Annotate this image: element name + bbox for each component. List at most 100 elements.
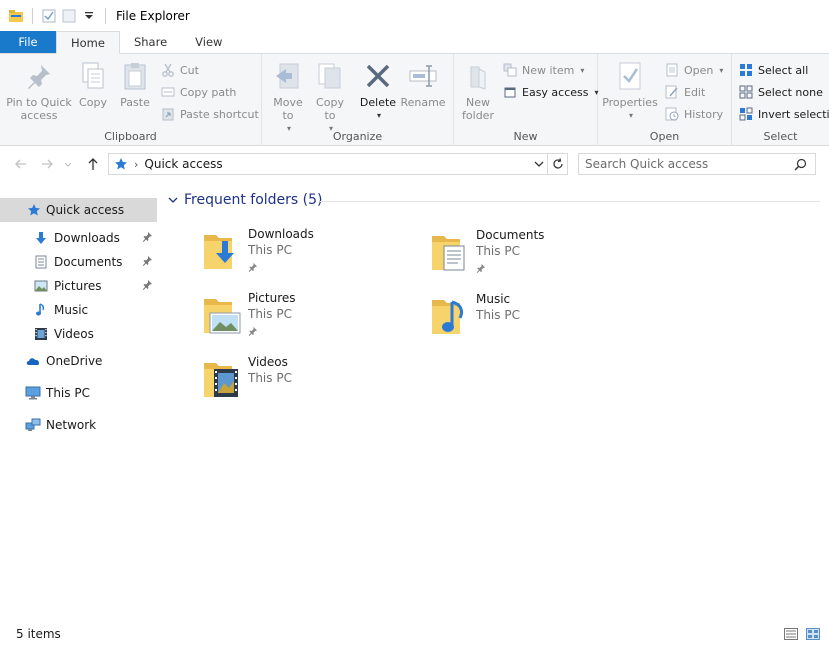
navigation-pane: Quick access Downloads Documents Picture… (0, 186, 160, 622)
folder-location: This PC (248, 371, 292, 385)
folder-name: Music (476, 292, 511, 306)
breadcrumb-separator-icon[interactable]: › (134, 158, 138, 171)
nav-videos-label: Videos (54, 327, 94, 341)
nav-documents-label: Documents (54, 255, 123, 269)
edit-label: Edit (684, 85, 706, 99)
history-icon (664, 106, 680, 122)
folder-tile-downloads[interactable]: Downloads This PC (202, 227, 422, 283)
select-all-button[interactable]: Select all (738, 62, 808, 78)
refresh-icon[interactable] (547, 154, 567, 174)
scissors-icon (160, 62, 176, 78)
organize-group-label: Organize (332, 130, 383, 143)
copy-to-button[interactable]: Copy to ▾ (312, 60, 348, 135)
forward-arrow-icon[interactable] (38, 155, 56, 173)
copy-button[interactable]: Copy (76, 60, 110, 109)
onedrive-cloud-icon (25, 353, 41, 369)
frequent-folders-header[interactable]: Frequent folders (5) (168, 192, 323, 208)
nav-downloads-label: Downloads (54, 231, 120, 245)
open-button[interactable]: Open ▾ (664, 62, 723, 78)
search-input[interactable] (585, 156, 785, 172)
delete-label: Delete (359, 96, 397, 109)
select-none-button[interactable]: Select none (738, 84, 823, 100)
address-dropdown-chevron-icon[interactable] (533, 158, 545, 170)
documents-folder-icon (430, 228, 472, 272)
title-bar: File Explorer (0, 0, 829, 32)
folder-tile-documents[interactable]: Documents This PC (430, 228, 650, 284)
item-count: 5 items (16, 627, 61, 641)
folder-tile-videos[interactable]: Videos This PC (202, 355, 422, 411)
invert-selection-icon (738, 106, 754, 122)
file-explorer-app-icon (8, 8, 24, 24)
nav-item-music[interactable]: Music (0, 298, 157, 322)
history-button[interactable]: History (664, 106, 723, 122)
tab-home[interactable]: Home (56, 31, 120, 54)
new-folder-qat-icon[interactable] (61, 8, 77, 24)
move-to-label: Move to (273, 96, 303, 122)
pin-icon[interactable] (142, 279, 153, 293)
tab-view[interactable]: View (181, 31, 236, 53)
nav-item-downloads[interactable]: Downloads (0, 226, 157, 250)
back-arrow-icon[interactable] (12, 155, 30, 173)
customize-qat-dropdown-icon[interactable] (81, 8, 97, 24)
new-item-button[interactable]: New item ▾ (502, 62, 584, 78)
quick-access-star-icon (26, 202, 42, 218)
pin-icon (23, 60, 55, 92)
pin-icon[interactable] (476, 262, 486, 276)
header-divider (320, 201, 820, 202)
nav-music-label: Music (54, 303, 89, 317)
pin-to-quick-access-label: Pin to Quick access (6, 96, 72, 122)
edit-button[interactable]: Edit (664, 84, 705, 100)
new-group: New folder New item ▾ Easy access ▾ New (454, 54, 599, 146)
search-box[interactable] (578, 153, 816, 175)
nav-network-label: Network (46, 418, 97, 432)
address-bar[interactable]: › Quick access (108, 153, 568, 175)
pin-icon[interactable] (142, 255, 153, 269)
rename-button[interactable]: Rename (400, 60, 446, 109)
tab-share[interactable]: Share (120, 31, 181, 53)
nav-item-this-pc[interactable]: This PC (0, 381, 157, 405)
nav-item-documents[interactable]: Documents (0, 250, 157, 274)
pin-icon[interactable] (248, 325, 258, 339)
properties-dropdown-icon: ▾ (628, 111, 633, 120)
new-item-icon (502, 62, 518, 78)
large-icons-view-icon[interactable] (805, 626, 821, 642)
select-group: Select all Select none Invert selection … (732, 54, 829, 146)
new-folder-button[interactable]: New folder (460, 60, 496, 122)
rename-icon (407, 60, 439, 92)
nav-item-quick-access[interactable]: Quick access (0, 198, 157, 222)
up-arrow-icon[interactable] (84, 155, 102, 173)
pin-icon[interactable] (142, 231, 153, 245)
properties-button[interactable]: Properties ▾ (602, 60, 658, 122)
tab-file[interactable]: File (0, 31, 56, 53)
new-item-dropdown-icon: ▾ (580, 65, 585, 75)
properties-qat-icon[interactable] (41, 8, 57, 24)
history-label: History (684, 107, 724, 121)
nav-item-videos[interactable]: Videos (0, 322, 157, 346)
easy-access-icon (502, 84, 518, 100)
paste-button[interactable]: Paste (116, 60, 154, 109)
pin-icon[interactable] (248, 261, 258, 275)
search-icon[interactable] (794, 158, 807, 171)
status-bar: 5 items (0, 622, 829, 646)
nav-quick-access-label: Quick access (46, 203, 125, 217)
pin-to-quick-access-button[interactable]: Pin to Quick access (4, 60, 74, 122)
paste-shortcut-button[interactable]: Paste shortcut (160, 106, 259, 122)
cut-button[interactable]: Cut (160, 62, 199, 78)
documents-icon (33, 254, 49, 270)
easy-access-button[interactable]: Easy access ▾ (502, 84, 599, 100)
collapse-chevron-icon[interactable] (168, 195, 178, 205)
nav-item-onedrive[interactable]: OneDrive (0, 349, 157, 373)
folder-tile-pictures[interactable]: Pictures This PC (202, 291, 422, 347)
recent-locations-chevron-icon[interactable] (62, 155, 74, 173)
delete-button[interactable]: Delete ▾ (358, 60, 398, 122)
copy-path-button[interactable]: Copy path (160, 84, 236, 100)
folder-tile-music[interactable]: Music This PC (430, 292, 650, 348)
paste-shortcut-icon (160, 106, 176, 122)
details-view-icon[interactable] (783, 626, 799, 642)
move-to-button[interactable]: Move to ▾ (270, 60, 306, 135)
invert-selection-button[interactable]: Invert selection (738, 106, 829, 122)
quick-access-star-icon (114, 157, 128, 171)
breadcrumb-quick-access[interactable]: Quick access (144, 157, 222, 171)
nav-item-pictures[interactable]: Pictures (0, 274, 157, 298)
nav-item-network[interactable]: Network (0, 413, 157, 437)
